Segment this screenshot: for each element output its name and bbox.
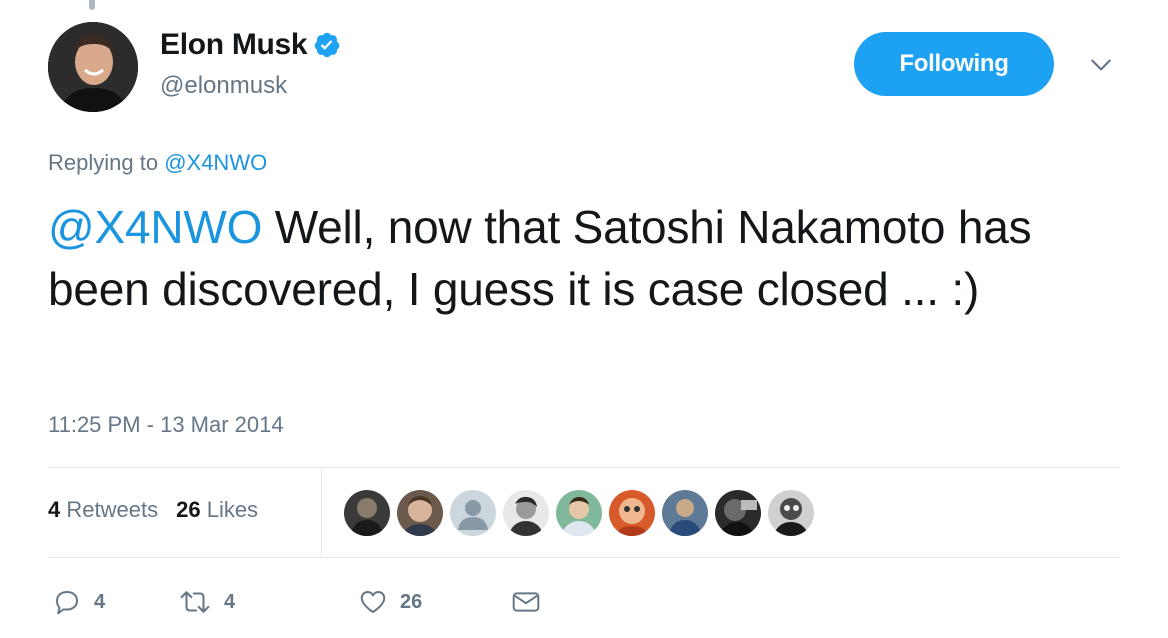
tweet-timestamp[interactable]: 11:25 PM - 13 Mar 2014 [48, 412, 284, 438]
retweets-stat[interactable]: 4 Retweets [48, 497, 158, 522]
tweet-text: @X4NWO Well, now that Satoshi Nakamoto h… [48, 196, 1128, 320]
liker-avatar[interactable] [609, 490, 655, 536]
liker-avatar[interactable] [344, 490, 390, 536]
thread-connector-line [89, 0, 95, 10]
retweet-count: 4 [224, 590, 236, 613]
divider-top [48, 467, 1120, 468]
likes-stat[interactable]: 26 Likes [176, 497, 258, 522]
stats-divider [321, 468, 322, 557]
user-handle[interactable]: @elonmusk [160, 72, 341, 100]
liker-avatars [344, 490, 814, 536]
engagement-stats: 4 Retweets 26 Likes [48, 497, 258, 523]
liker-avatar[interactable] [503, 490, 549, 536]
user-names: Elon Musk @elonmusk [160, 28, 341, 100]
retweet-action[interactable]: 4 [178, 584, 235, 620]
liker-avatar[interactable] [556, 490, 602, 536]
following-button[interactable]: Following [854, 32, 1054, 96]
likes-label: Likes [206, 497, 259, 522]
liker-avatar[interactable] [715, 490, 761, 536]
reply-count: 4 [94, 590, 106, 613]
divider-bottom [48, 557, 1120, 558]
retweets-count: 4 [48, 497, 61, 522]
likes-count: 26 [176, 497, 201, 522]
heart-icon [360, 591, 386, 613]
retweet-icon [180, 591, 210, 613]
liker-avatar[interactable] [768, 490, 814, 536]
verified-badge-icon [315, 32, 340, 58]
liker-avatar[interactable] [450, 490, 496, 536]
liker-avatar[interactable] [397, 490, 443, 536]
display-name[interactable]: Elon Musk [160, 28, 308, 62]
retweets-label: Retweets [66, 497, 159, 522]
direct-message-action[interactable] [510, 584, 542, 620]
tweet-mention-link[interactable]: @X4NWO [48, 201, 262, 253]
chevron-down-icon[interactable] [1088, 52, 1114, 78]
tweet-header: Elon Musk @elonmusk Following [48, 22, 1138, 118]
envelope-icon [512, 592, 540, 612]
like-action[interactable]: 26 [358, 584, 422, 620]
like-count: 26 [400, 590, 423, 613]
reply-context: Replying to @X4NWO [48, 150, 267, 176]
reply-mention-link[interactable]: @X4NWO [164, 150, 267, 175]
reply-context-prefix: Replying to [48, 150, 165, 175]
user-avatar[interactable] [48, 22, 138, 112]
reply-action[interactable]: 4 [52, 584, 105, 620]
liker-avatar[interactable] [662, 490, 708, 536]
reply-icon [56, 591, 78, 615]
